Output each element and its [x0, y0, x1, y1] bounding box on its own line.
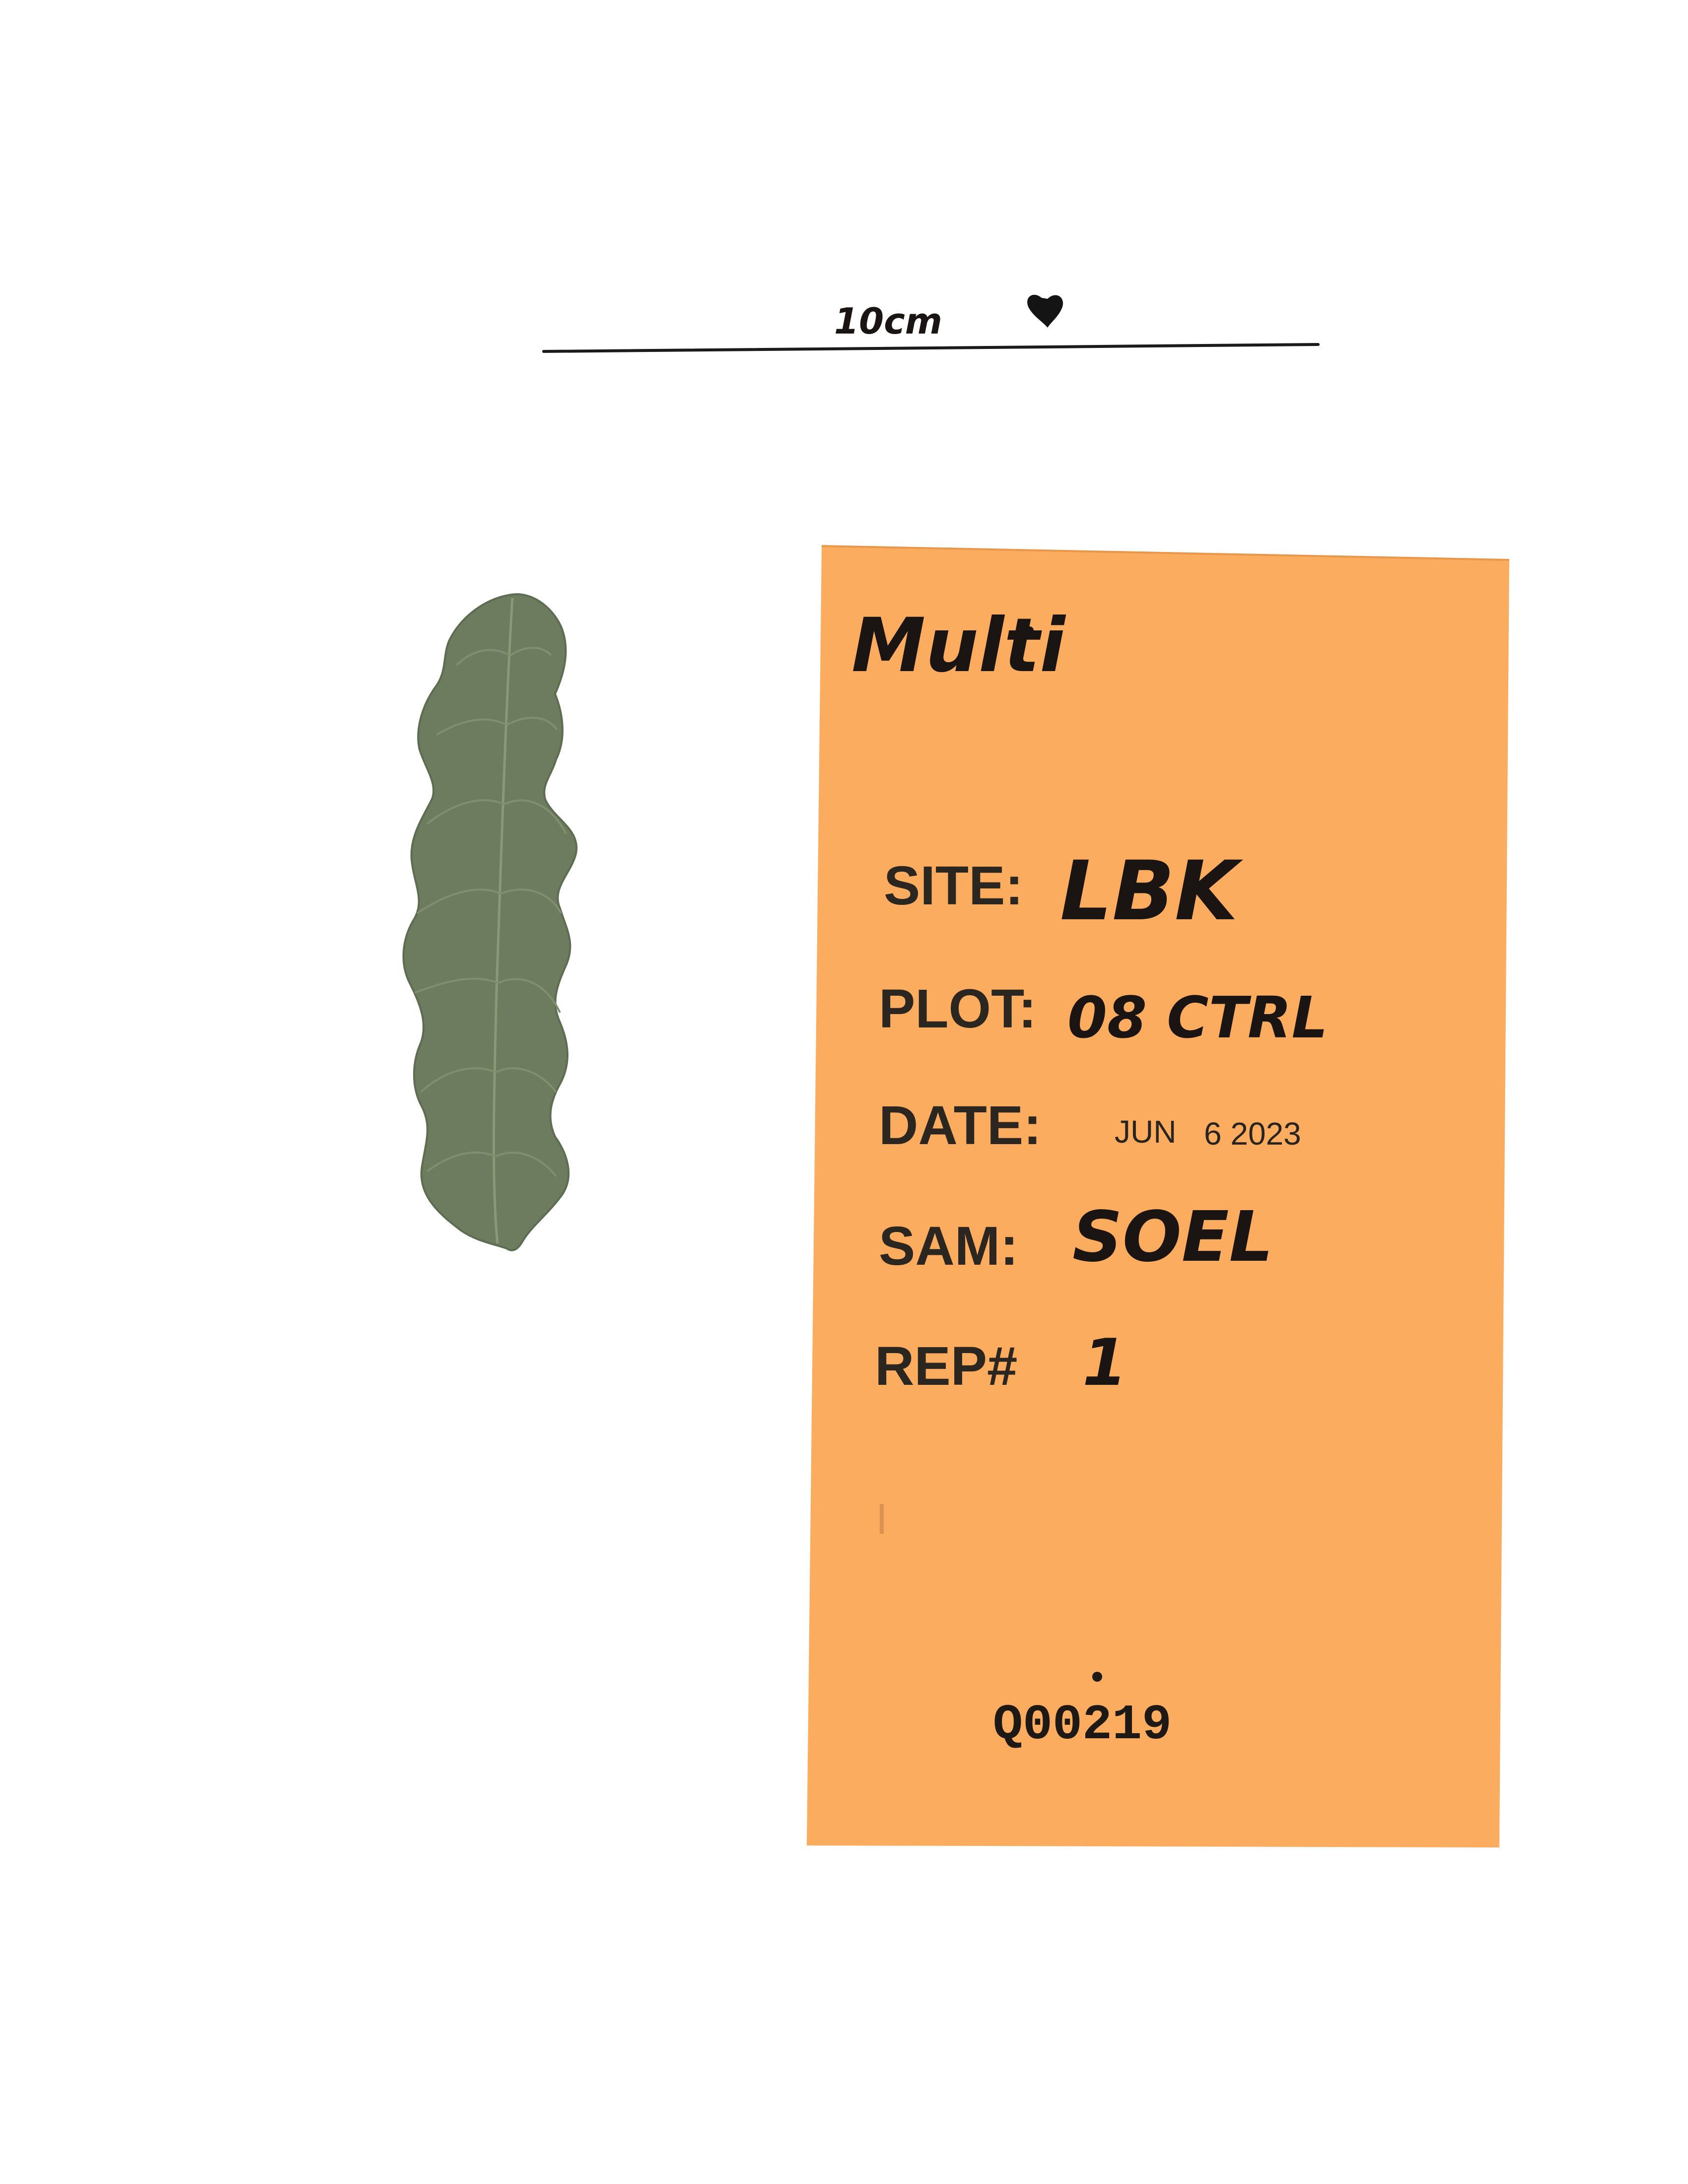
date-day-year-stamp: 6 2023 [1204, 1116, 1301, 1152]
heart-icon [1027, 294, 1063, 328]
site-value: LBK [1060, 843, 1244, 939]
plot-label: PLOT: [879, 978, 1037, 1039]
specimen-scan: 10cm Multi SITE: LBK PLOT: 08 CTRL DATE:… [402, 294, 1510, 1847]
scale-bar-label: 10cm [834, 300, 942, 342]
sample-id-stamp: Q00219 [993, 1698, 1172, 1754]
date-month-stamp: JUN [1115, 1114, 1176, 1150]
stray-mark [880, 1504, 884, 1534]
date-label: DATE: [879, 1095, 1042, 1156]
sam-label: SAM: [879, 1216, 1018, 1277]
rep-value: 1 [1082, 1325, 1127, 1400]
scale-bar: 10cm [542, 294, 1320, 353]
leaf-blade [402, 593, 578, 1251]
envelope-header-note: Multi [851, 603, 1066, 689]
sam-value: SOEL [1072, 1197, 1273, 1278]
header-dot [1026, 626, 1034, 634]
leaf-icon [402, 593, 578, 1251]
rep-label: REP# [875, 1336, 1017, 1397]
ink-blot [1092, 1672, 1102, 1682]
scale-bar-line [542, 343, 1320, 353]
site-label: SITE: [884, 855, 1023, 916]
sample-envelope: Multi SITE: LBK PLOT: 08 CTRL DATE: JUN … [807, 545, 1510, 1847]
plot-value: 08 CTRL [1067, 985, 1328, 1051]
